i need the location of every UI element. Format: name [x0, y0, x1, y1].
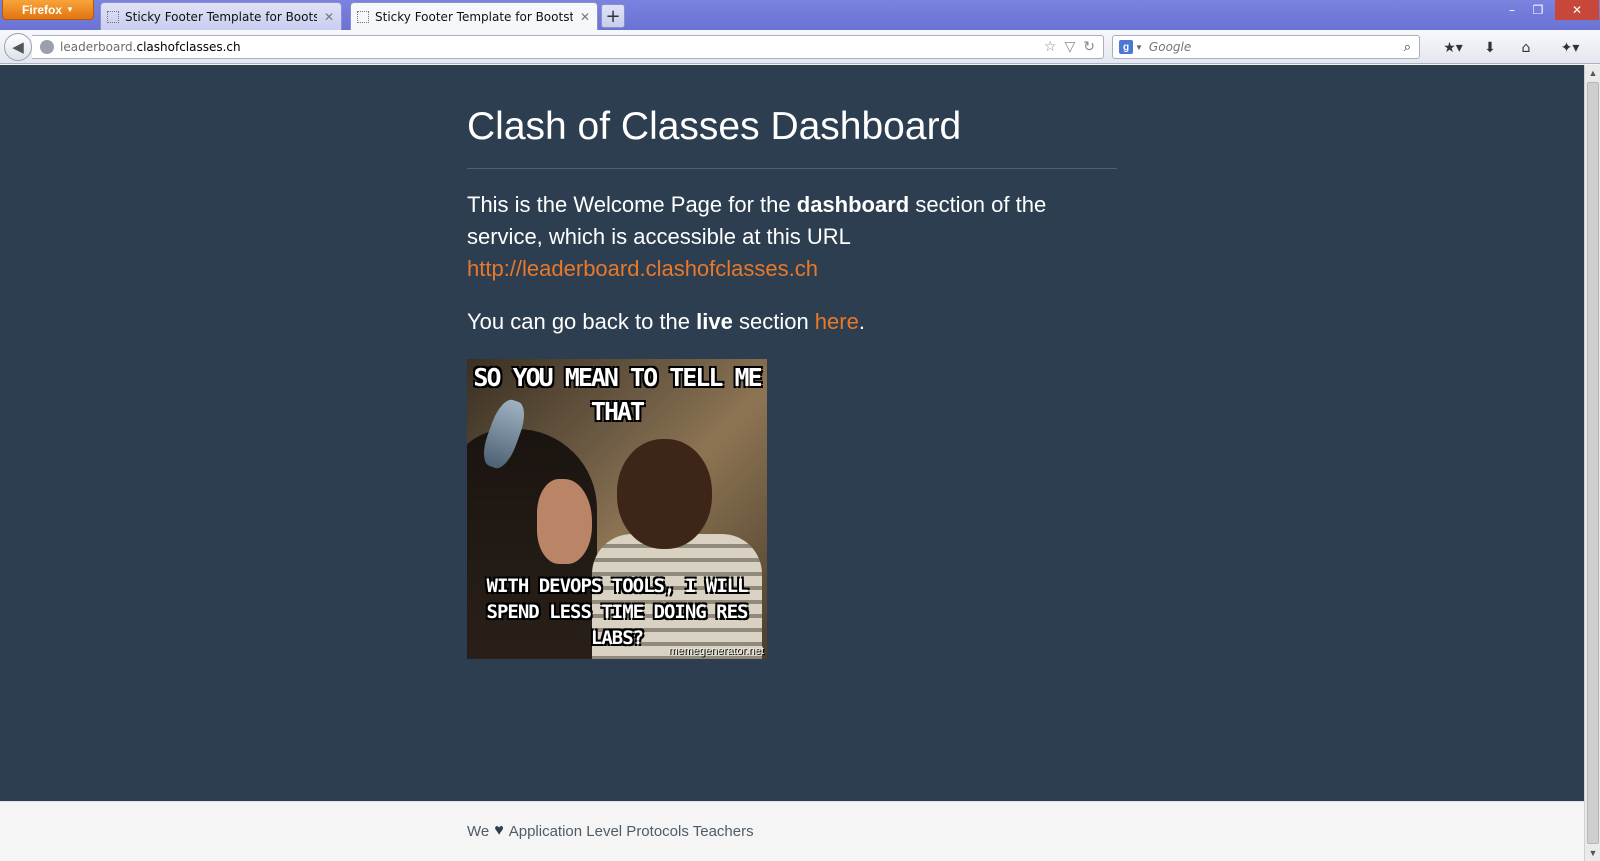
home-icon: ⌂ — [1521, 40, 1531, 56]
reload-icon[interactable]: ↻ — [1083, 39, 1095, 55]
addon-menu-button[interactable]: ✦▾ — [1550, 38, 1590, 58]
meme-credit: memegenerator.net — [668, 645, 764, 657]
page-icon — [357, 10, 369, 23]
heart-icon: ♥ — [494, 822, 504, 839]
new-tab-button[interactable]: + — [601, 4, 625, 28]
address-bar[interactable]: leaderboard. clashofclasses.ch ☆ ▽ ↻ — [32, 35, 1104, 59]
page-content: Clash of Classes Dashboard This is the W… — [0, 65, 1584, 861]
meme-kid-head-shape — [617, 439, 712, 549]
home-button[interactable]: ⌂ — [1516, 38, 1536, 58]
browser-navbar: ◀ leaderboard. clashofclasses.ch ☆ ▽ ↻ g… — [0, 30, 1600, 64]
tab-label: Sticky Footer Template for Bootstrap — [375, 9, 573, 24]
url-subdomain: leaderboard. — [60, 40, 137, 54]
title-divider — [467, 168, 1117, 169]
browser-titlebar: Firefox ▼ Sticky Footer Template for Boo… — [0, 0, 1600, 30]
tab-label: Sticky Footer Template for Bootstrap — [125, 9, 317, 24]
close-tab-icon[interactable]: ✕ — [579, 10, 591, 24]
close-tab-icon[interactable]: ✕ — [323, 10, 335, 24]
search-input[interactable] — [1148, 40, 1379, 54]
meme-face-shape — [537, 479, 592, 564]
scroll-down-arrow-icon[interactable]: ▼ — [1585, 845, 1600, 861]
welcome-paragraph: This is the Welcome Page for the dashboa… — [467, 189, 1107, 285]
downloads-button[interactable]: ⬇ — [1480, 38, 1500, 58]
bookmarks-star-icon: ★▾ — [1443, 40, 1463, 56]
back-text-3: . — [858, 309, 865, 334]
footer-text-after: Application Level Protocols Teachers — [508, 822, 754, 840]
minimize-button[interactable]: – — [1498, 0, 1526, 20]
download-arrow-icon: ⬇ — [1484, 40, 1496, 56]
google-engine-icon[interactable]: g — [1119, 40, 1133, 54]
browser-tab-2[interactable]: Sticky Footer Template for Bootstrap ✕ — [350, 2, 598, 30]
meme-bottom-text: WITH DEVOPS TOOLS, I WILL SPEND LESS TIM… — [486, 575, 749, 649]
back-paragraph: You can go back to the live section here… — [467, 306, 1107, 338]
bookmark-star-icon[interactable]: ☆ — [1044, 39, 1057, 55]
restore-button[interactable]: ❐ — [1524, 0, 1552, 20]
chevron-down-icon: ▼ — [66, 5, 74, 14]
back-arrow-icon: ◀ — [12, 39, 24, 56]
back-button[interactable]: ◀ — [4, 33, 32, 61]
search-icon[interactable]: ⌕ — [1404, 39, 1411, 55]
live-section-link[interactable]: here — [815, 309, 859, 334]
addon-icon: ✦▾ — [1560, 40, 1580, 56]
close-window-button[interactable]: ✕ — [1555, 0, 1599, 20]
url-domain: clashofclasses.ch — [136, 40, 241, 54]
firefox-menu-label: Firefox — [22, 2, 63, 17]
vertical-scrollbar[interactable]: ▲ ▼ — [1584, 65, 1600, 861]
meme-top-text: SO YOU MEAN TO TELL ME THAT — [473, 363, 762, 426]
scroll-up-arrow-icon[interactable]: ▲ — [1585, 65, 1600, 81]
dashboard-url-link[interactable]: http://leaderboard.clashofclasses.ch — [467, 256, 818, 281]
firefox-menu-button[interactable]: Firefox ▼ — [2, 0, 94, 20]
chevron-down-icon[interactable]: ▼ — [1135, 43, 1143, 52]
search-bar[interactable]: g ▼ ⌕ — [1112, 35, 1420, 59]
footer-text-before: We — [467, 822, 490, 840]
page-title: Clash of Classes Dashboard — [467, 105, 962, 148]
welcome-text-bold: dashboard — [796, 192, 910, 217]
sticky-footer: We ♥ Application Level Protocols Teacher… — [0, 801, 1584, 861]
meme-image: SO YOU MEAN TO TELL ME THAT WITH DEVOPS … — [467, 359, 767, 659]
site-identity-icon[interactable] — [40, 40, 54, 54]
scrollbar-thumb[interactable] — [1587, 82, 1599, 844]
welcome-text-1: This is the Welcome Page for the — [467, 192, 797, 217]
back-text-2: section — [732, 309, 815, 334]
footer-text: We ♥ Application Level Protocols Teacher… — [467, 822, 754, 840]
browser-tab-1[interactable]: Sticky Footer Template for Bootstrap ✕ — [100, 2, 342, 30]
bookmarks-menu-button[interactable]: ★▾ — [1436, 38, 1470, 58]
page-icon — [107, 10, 119, 23]
back-text-bold: live — [696, 309, 733, 334]
history-dropdown-icon[interactable]: ▽ — [1064, 39, 1075, 55]
back-text-1: You can go back to the — [467, 309, 697, 334]
